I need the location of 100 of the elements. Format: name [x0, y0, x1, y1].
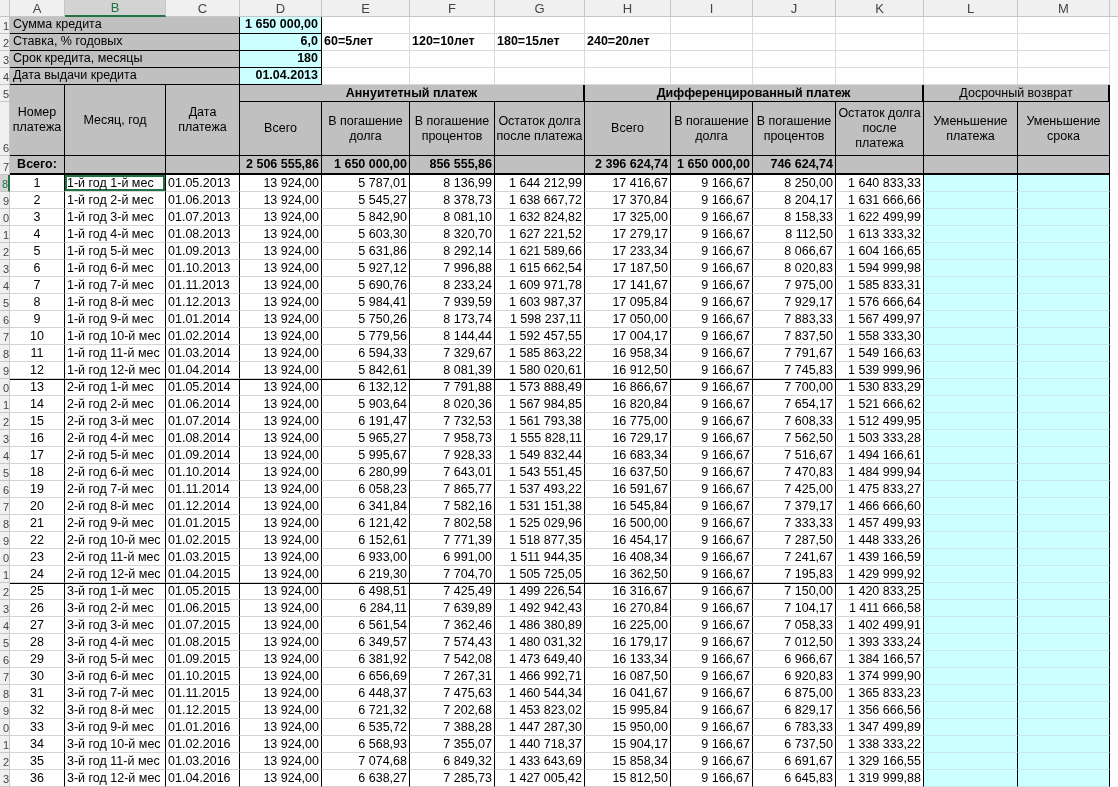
- table-cell: 2: [10, 192, 65, 209]
- row-header[interactable]: 6: [0, 102, 10, 156]
- row-header[interactable]: 0: [0, 209, 10, 226]
- row-header[interactable]: 5: [0, 634, 10, 651]
- column-title: В погашение процентов: [753, 102, 836, 156]
- table-cell: 01.03.2016: [166, 753, 240, 770]
- table-cell: 3-й год 1-й мес: [65, 583, 166, 600]
- column-header[interactable]: E: [322, 0, 410, 17]
- row-header[interactable]: 2: [0, 753, 10, 770]
- row-header[interactable]: 2: [0, 413, 10, 430]
- table-cell: 13 924,00: [240, 311, 322, 328]
- table-cell: 7 643,01: [410, 464, 495, 481]
- table-cell: 7 939,59: [410, 294, 495, 311]
- table-cell: 8 378,73: [410, 192, 495, 209]
- column-header[interactable]: G: [495, 0, 585, 17]
- total-cell: 2 396 624,74: [585, 156, 671, 175]
- row-header[interactable]: 8: [0, 515, 10, 532]
- row-header[interactable]: 7: [0, 328, 10, 345]
- column-title: В погашение долга: [322, 102, 410, 156]
- table-cell: 1: [10, 175, 65, 192]
- column-title: Дата платежа: [166, 85, 240, 156]
- table-cell: 25: [10, 583, 65, 600]
- row-header[interactable]: 1: [0, 396, 10, 413]
- note-cell: 240=20лет: [585, 34, 671, 51]
- table-cell: 1 447 287,30: [495, 719, 585, 736]
- table-cell: 8 233,24: [410, 277, 495, 294]
- row-header[interactable]: 3: [0, 260, 10, 277]
- row-header[interactable]: 7: [0, 498, 10, 515]
- row-header[interactable]: 9: [0, 362, 10, 379]
- column-header[interactable]: K: [836, 0, 924, 17]
- row-header[interactable]: 1: [0, 736, 10, 753]
- row-header[interactable]: 9: [0, 532, 10, 549]
- table-cell: 9 166,67: [671, 345, 753, 362]
- column-header[interactable]: I: [671, 0, 753, 17]
- table-cell: 7: [10, 277, 65, 294]
- column-title: Всего: [585, 102, 671, 156]
- table-cell: 17 325,00: [585, 209, 671, 226]
- table-cell: 33: [10, 719, 65, 736]
- table-cell: 9 166,67: [671, 464, 753, 481]
- row-header[interactable]: 4: [0, 277, 10, 294]
- row-header[interactable]: 8: [0, 685, 10, 702]
- column-header[interactable]: [1110, 0, 1118, 17]
- row-header[interactable]: 5: [0, 464, 10, 481]
- table-cell: 6 849,32: [410, 753, 495, 770]
- table-cell: 5 842,90: [322, 209, 410, 226]
- table-cell: 1 567 984,85: [495, 396, 585, 413]
- row-header[interactable]: 0: [0, 549, 10, 566]
- row-header[interactable]: 6: [0, 651, 10, 668]
- table-cell: 1 632 824,82: [495, 209, 585, 226]
- row-header[interactable]: 4: [0, 447, 10, 464]
- table-cell: 1 537 493,22: [495, 481, 585, 498]
- table-cell: 3-й год 5-й мес: [65, 651, 166, 668]
- table-cell: 01.04.2014: [166, 362, 240, 379]
- table-cell: 7 608,33: [753, 413, 836, 430]
- column-header[interactable]: H: [585, 0, 671, 17]
- column-header[interactable]: J: [753, 0, 836, 17]
- column-header[interactable]: D: [240, 0, 322, 17]
- row-header[interactable]: 3: [0, 770, 10, 787]
- row-header[interactable]: 3: [0, 430, 10, 447]
- column-header[interactable]: B: [65, 0, 166, 17]
- table-cell: 1 518 877,35: [495, 532, 585, 549]
- row-header[interactable]: 9: [0, 702, 10, 719]
- row-header[interactable]: 0: [0, 379, 10, 396]
- row-header[interactable]: 2: [0, 583, 10, 600]
- table-cell: 01.11.2014: [166, 481, 240, 498]
- row-header[interactable]: 6: [0, 311, 10, 328]
- table-cell: 01.01.2014: [166, 311, 240, 328]
- row-header[interactable]: 8: [0, 345, 10, 362]
- row-header[interactable]: 2: [0, 243, 10, 260]
- total-cell: 746 624,74: [753, 156, 836, 175]
- row-header[interactable]: 1: [0, 226, 10, 243]
- parameter-value[interactable]: 6,0: [240, 34, 322, 51]
- table-cell: 9 166,67: [671, 668, 753, 685]
- row-header[interactable]: 7: [0, 668, 10, 685]
- row-header[interactable]: 0: [0, 719, 10, 736]
- row-header[interactable]: 6: [0, 481, 10, 498]
- table-cell: 2-й год 3-й мес: [65, 413, 166, 430]
- row-header[interactable]: 3: [0, 600, 10, 617]
- table-cell: 6 535,72: [322, 719, 410, 736]
- table-cell: 01.02.2016: [166, 736, 240, 753]
- table-cell: 1-й год 3-й мес: [65, 209, 166, 226]
- row-header[interactable]: 5: [0, 294, 10, 311]
- row-header[interactable]: 9: [0, 192, 10, 209]
- column-header[interactable]: C: [166, 0, 240, 17]
- column-header[interactable]: F: [410, 0, 495, 17]
- parameter-value[interactable]: 180: [240, 51, 322, 68]
- column-header[interactable]: A: [10, 0, 65, 17]
- select-all-corner[interactable]: [0, 0, 10, 17]
- table-cell: 2-й год 2-й мес: [65, 396, 166, 413]
- column-header[interactable]: L: [924, 0, 1018, 17]
- table-cell: 7 475,63: [410, 685, 495, 702]
- table-cell: 17 279,17: [585, 226, 671, 243]
- table-cell: 01.04.2016: [166, 770, 240, 787]
- row-header[interactable]: 1: [0, 566, 10, 583]
- total-cell: 856 555,86: [410, 156, 495, 175]
- row-header[interactable]: 4: [0, 617, 10, 634]
- parameter-value[interactable]: 1 650 000,00: [240, 17, 322, 34]
- table-cell: 5 842,61: [322, 362, 410, 379]
- parameter-value[interactable]: 01.04.2013: [240, 68, 322, 85]
- column-header[interactable]: M: [1018, 0, 1110, 17]
